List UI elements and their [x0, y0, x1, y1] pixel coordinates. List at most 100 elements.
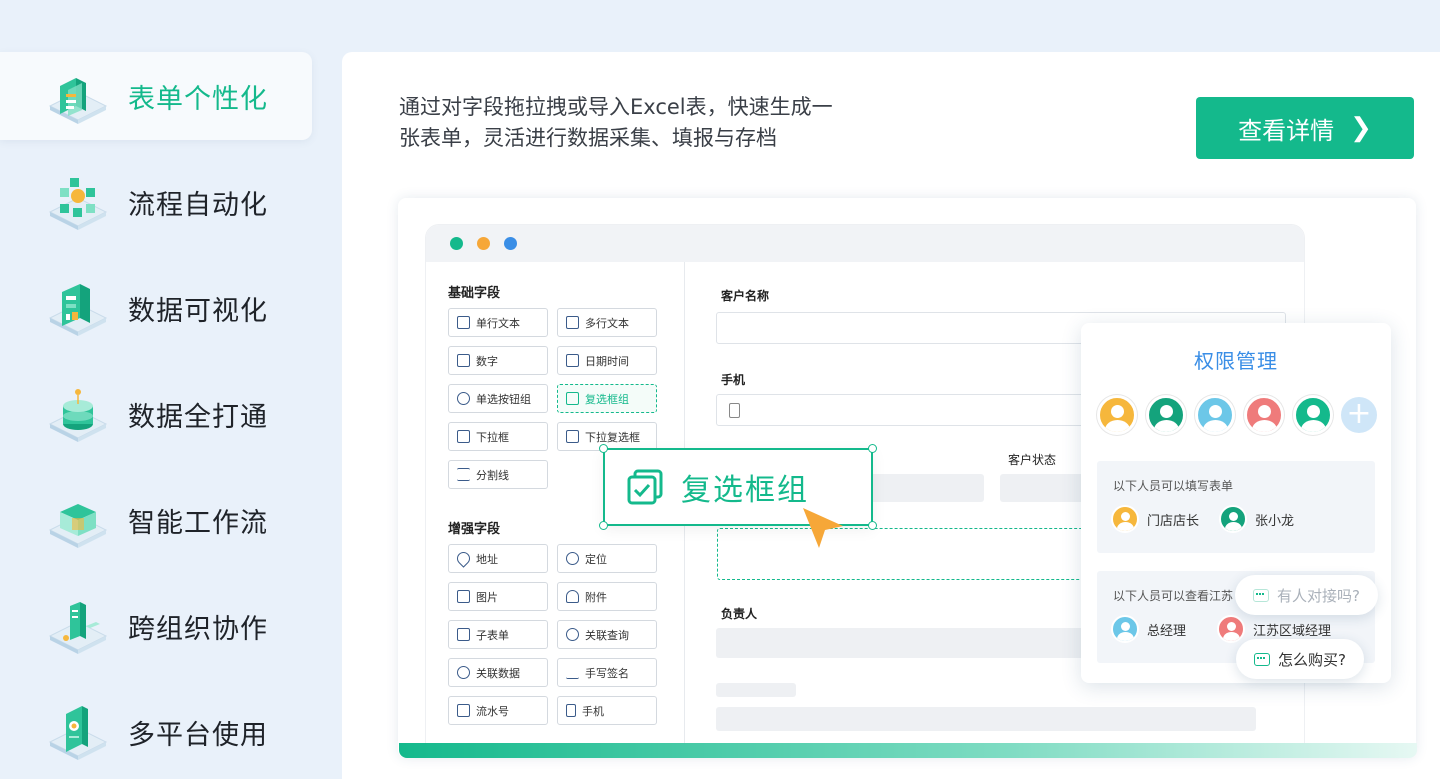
field-signature[interactable]: 手写签名	[557, 658, 657, 687]
field-label: 单选按钮组	[476, 392, 531, 406]
sidebar-item-label: 多平台使用	[128, 719, 268, 751]
phone-icon	[729, 403, 740, 418]
text-icon	[457, 316, 470, 329]
field-image[interactable]: 图片	[448, 582, 548, 611]
field-label: 分割线	[476, 468, 509, 482]
field-attachment[interactable]: 附件	[557, 582, 657, 611]
resize-handle[interactable]	[868, 444, 877, 453]
avatar	[1111, 615, 1139, 643]
avatar	[1293, 395, 1333, 435]
status-placeholder-a	[866, 474, 984, 502]
field-label: 图片	[476, 590, 498, 604]
sidebar-item-label: 智能工作流	[128, 507, 268, 539]
field-dropdown[interactable]: 下拉框	[448, 422, 548, 451]
add-member-icon[interactable]: +	[1341, 397, 1377, 433]
chevron-right-icon: ❯	[1350, 113, 1372, 143]
divider-icon	[457, 468, 470, 481]
field-checkbox-group[interactable]: 复选框组	[557, 384, 657, 413]
person-name: 门店店长	[1147, 513, 1200, 529]
field-label: 多行文本	[585, 316, 629, 330]
sidebar-item-form-customization[interactable]: 表单个性化	[0, 52, 312, 140]
database-icon	[46, 384, 110, 444]
resize-handle[interactable]	[868, 521, 877, 530]
field-address[interactable]: 地址	[448, 544, 548, 573]
collaboration-icon	[46, 596, 110, 656]
link-icon	[457, 666, 470, 679]
field-label: 定位	[585, 552, 607, 566]
field-label: 流水号	[476, 704, 509, 718]
process-icon	[46, 172, 110, 232]
sidebar-item-multi-platform[interactable]: 多平台使用	[0, 688, 312, 776]
phone-icon	[566, 704, 576, 717]
sidebar-item-data-integration[interactable]: 数据全打通	[0, 370, 312, 458]
view-permission-title: 以下人员可以查看江苏	[1113, 589, 1234, 603]
field-mobile[interactable]: 手机	[557, 696, 657, 725]
field-label: 手机	[582, 704, 604, 718]
owner-input[interactable]	[716, 628, 1086, 658]
field-serial-number[interactable]: 流水号	[448, 696, 548, 725]
workflow-icon	[46, 490, 110, 550]
field-label: 复选框组	[585, 392, 629, 406]
avatar	[1219, 505, 1247, 533]
field-number[interactable]: 数字	[448, 346, 548, 375]
drag-label: 复选框组	[681, 473, 809, 508]
chat-ask-contact-button[interactable]: 有人对接吗?	[1235, 575, 1378, 615]
view-details-button[interactable]: 查看详情 ❯	[1196, 97, 1414, 159]
customer-name-label: 客户名称	[721, 289, 770, 303]
status-placeholder-b	[1000, 474, 1090, 502]
radio-icon	[457, 392, 470, 405]
avatar	[1146, 395, 1186, 435]
field-label: 子表单	[476, 628, 509, 642]
field-divider[interactable]: 分割线	[448, 460, 548, 489]
person-zhang-xiaolong: 张小龙	[1219, 505, 1294, 533]
field-label: 关联数据	[476, 666, 520, 680]
field-label: 地址	[476, 552, 498, 566]
field-multi-line-text[interactable]: 多行文本	[557, 308, 657, 337]
window-dot-orange	[477, 237, 490, 250]
person-name: 总经理	[1147, 623, 1187, 639]
field-datetime[interactable]: 日期时间	[557, 346, 657, 375]
field-single-line-text[interactable]: 单行文本	[448, 308, 548, 337]
resize-handle[interactable]	[599, 521, 608, 530]
drop-zone[interactable]	[717, 528, 1087, 580]
field-related-data[interactable]: 关联数据	[448, 658, 548, 687]
chat-how-to-buy-label: 怎么购买?	[1278, 650, 1346, 669]
field-subform[interactable]: 子表单	[448, 620, 548, 649]
field-positioning[interactable]: 定位	[557, 544, 657, 573]
dragging-checkbox-group[interactable]: 复选框组	[599, 444, 877, 548]
sidebar-item-process-automation[interactable]: 流程自动化	[0, 158, 312, 246]
resize-handle[interactable]	[599, 444, 608, 453]
sidebar-item-data-visualization[interactable]: 数据可视化	[0, 264, 312, 352]
search-icon	[566, 628, 579, 641]
chart-icon	[46, 278, 110, 338]
owner-label: 负责人	[721, 607, 758, 621]
window-titlebar	[426, 225, 1304, 262]
table-icon	[457, 628, 470, 641]
preview-bottom-gradient	[399, 743, 1417, 758]
checkbox-icon	[566, 392, 579, 405]
view-details-label: 查看详情	[1238, 116, 1335, 145]
field-label: 手写签名	[585, 666, 629, 680]
avatar	[1111, 505, 1139, 533]
crosshair-icon	[566, 552, 579, 565]
chat-how-to-buy-button[interactable]: 怎么购买?	[1236, 639, 1364, 679]
sidebar-item-cross-org-collaboration[interactable]: 跨组织协作	[0, 582, 312, 670]
field-related-query[interactable]: 关联查询	[557, 620, 657, 649]
field-label: 单行文本	[476, 316, 520, 330]
sidebar: 表单个性化 流程自动化 数据可视化 数据全打通 智能工作流 跨组织协作 多平台使…	[0, 0, 320, 779]
sidebar-item-label: 数据全打通	[128, 401, 268, 433]
form-icon	[46, 66, 110, 126]
sidebar-item-label: 跨组织协作	[128, 613, 268, 645]
person-name: 江苏区域经理	[1253, 623, 1332, 639]
person-store-manager: 门店店长	[1111, 505, 1199, 533]
field-label: 附件	[585, 590, 607, 604]
upload-cloud-icon	[566, 590, 579, 603]
sidebar-item-smart-workflow[interactable]: 智能工作流	[0, 476, 312, 564]
checkbox-icon	[627, 469, 663, 505]
permission-card: 权限管理 + 以下人员可以填写表单 门店店长 张小龙 以下人员可以查看江苏 总经…	[1081, 323, 1391, 683]
sidebar-item-label: 数据可视化	[128, 295, 268, 327]
avatar	[1244, 395, 1284, 435]
field-radio-group[interactable]: 单选按钮组	[448, 384, 548, 413]
chat-bubble-icon	[1254, 652, 1270, 666]
avatar	[1217, 615, 1245, 643]
